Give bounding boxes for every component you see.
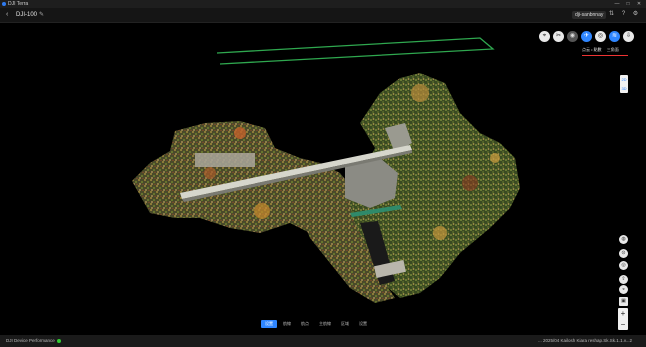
expand-icon[interactable]: ⇅ <box>608 11 615 18</box>
3d-viewport[interactable]: ⌖ ✂ ◉ ✈ ◎ ≋ ⇩ 点云 • 點數 三角面 2D 3D ◍ ⊙ ◎ ⇧ … <box>0 23 646 335</box>
north-icon[interactable]: ⇧ <box>619 275 628 284</box>
zoom-in-button[interactable]: + <box>618 308 628 319</box>
project-name: DJI-100 <box>16 12 38 18</box>
status-bar: DJI Device Performance ... 2025/04 Kailo… <box>0 335 646 347</box>
view-3d-button[interactable]: 3D <box>620 84 628 93</box>
help-icon[interactable]: ? <box>620 11 627 18</box>
target-icon[interactable]: ◎ <box>619 261 628 270</box>
zoom-controls: + − <box>618 308 628 330</box>
settings-icon[interactable]: ⚙ <box>632 11 639 18</box>
view-mode-switch: 2D 3D <box>620 75 628 93</box>
minimize-button[interactable]: — <box>612 0 622 8</box>
back-button[interactable]: ‹ <box>6 8 8 22</box>
app-title: DJI Terra <box>8 1 29 7</box>
performance-label: DJI Device Performance <box>6 338 55 343</box>
layers-icon[interactable]: ≋ <box>609 31 620 42</box>
concrete-block <box>195 153 255 167</box>
tab-settings[interactable]: 设置 <box>261 320 277 328</box>
tab-waypoint[interactable]: 航点 <box>297 320 313 328</box>
export-icon[interactable]: ⇩ <box>623 31 634 42</box>
status-dot-icon <box>56 338 61 343</box>
title-bar: DJI Terra — □ ✕ <box>0 0 646 8</box>
tab-route[interactable]: 航線 <box>279 320 295 328</box>
app-icon <box>2 2 6 6</box>
tab-point-cloud[interactable]: 点云 • 點數 <box>582 47 602 52</box>
flight-icon[interactable]: ✈ <box>581 31 592 42</box>
view-2d-button[interactable]: 2D <box>620 75 628 84</box>
tab-mesh[interactable]: 三角面 <box>607 47 619 52</box>
point-cloud-scene <box>132 37 520 303</box>
close-button[interactable]: ✕ <box>634 0 644 8</box>
fit-view-icon[interactable]: ⌖ <box>539 31 550 42</box>
mode-tabs: 设置 航線 航点 主航線 区域 设置 <box>261 320 371 328</box>
performance-status[interactable]: DJI Device Performance <box>6 335 61 347</box>
tilt-icon[interactable]: ◒ <box>619 285 628 294</box>
globe-icon[interactable]: ◍ <box>619 235 628 244</box>
screenshot-icon[interactable]: ▣ <box>619 297 628 306</box>
compass-icon[interactable]: ◉ <box>567 31 578 42</box>
zoom-out-button[interactable]: − <box>618 319 628 330</box>
measure-icon[interactable]: ✂ <box>553 31 564 42</box>
tab-main-route[interactable]: 主航線 <box>315 320 335 328</box>
maximize-button[interactable]: □ <box>623 0 633 8</box>
organization-selector[interactable]: dji-sanbnnay <box>572 11 607 19</box>
project-toolbar: ‹ DJI-100 ✎ dji-sanbnnay ⇅ ? ⚙ <box>0 8 646 23</box>
camera-icon[interactable]: ◎ <box>595 31 606 42</box>
locate-icon[interactable]: ⊙ <box>619 249 628 258</box>
tab-area[interactable]: 区域 <box>337 320 353 328</box>
status-info: ... 2025/04 Kailosh Kiara reshap.Sk.Sk.1… <box>538 338 632 343</box>
layer-tabs: 点云 • 點數 三角面 <box>582 47 623 53</box>
edit-name-icon[interactable]: ✎ <box>39 8 44 22</box>
flight-route <box>216 37 495 65</box>
viewer-toolbar: ⌖ ✂ ◉ ✈ ◎ ≋ ⇩ <box>539 31 634 42</box>
active-tab-indicator <box>582 55 628 56</box>
tab-settings-2[interactable]: 设置 <box>355 320 371 328</box>
